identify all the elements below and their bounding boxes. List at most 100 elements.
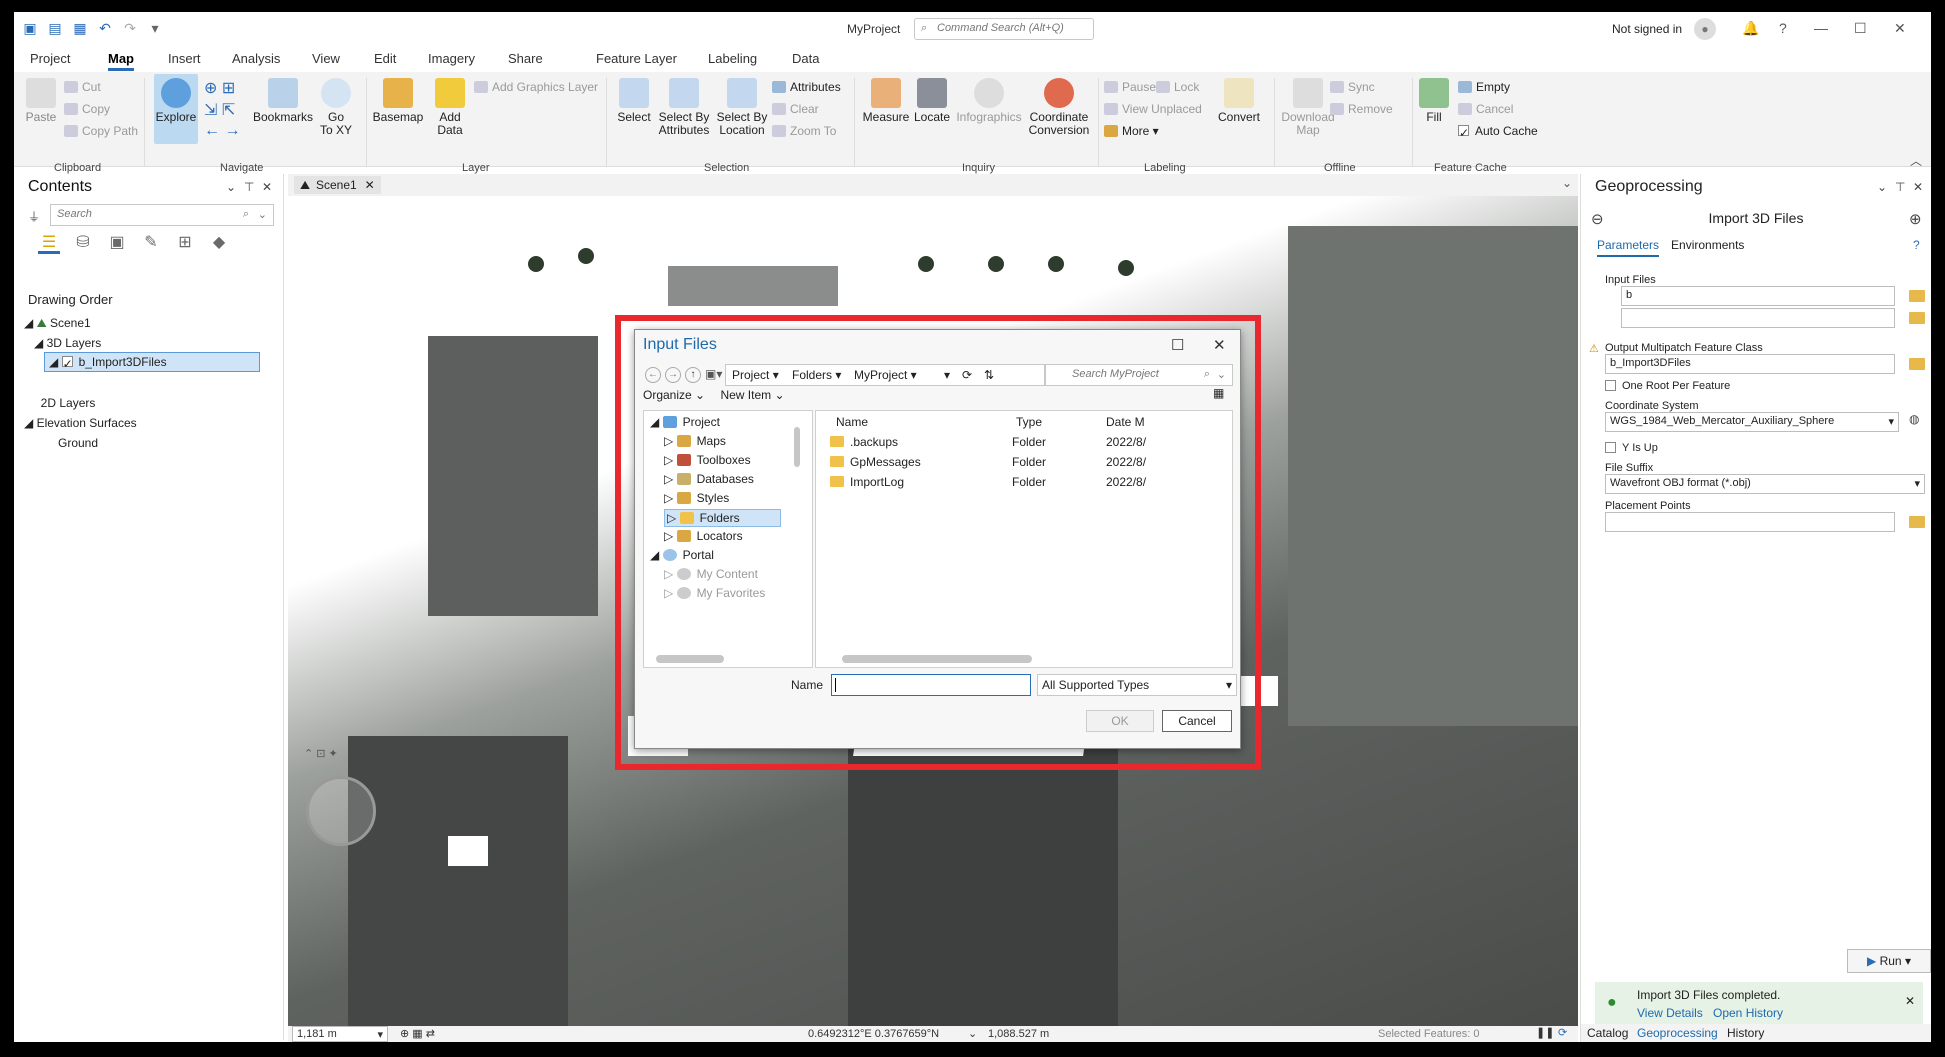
view-details-link[interactable]: View Details: [1637, 1006, 1703, 1020]
tab-catalog[interactable]: Catalog: [1587, 1026, 1628, 1040]
compass-icon[interactable]: [306, 776, 376, 846]
pane-options-icon[interactable]: ⌄: [226, 180, 236, 194]
help-icon[interactable]: ?: [1913, 238, 1920, 252]
output-field[interactable]: b_Import3DFiles: [1605, 354, 1895, 374]
collapse-ribbon-icon[interactable]: ︿: [1910, 152, 1922, 169]
name-input[interactable]: [831, 674, 1031, 696]
breadcrumb[interactable]: Project ▾ Folders ▾ MyProject ▾ ▾ ⟳ ⇅: [725, 364, 1045, 386]
locate-button[interactable]: Locate: [910, 78, 954, 124]
undo-icon[interactable]: ↶: [97, 20, 113, 36]
list-by-source-icon[interactable]: ⛁: [72, 232, 94, 254]
tab-scene1[interactable]: ⛰ Scene1 ✕: [294, 176, 381, 194]
nav-item-maps[interactable]: ▷ Maps: [664, 434, 726, 448]
tab-environments[interactable]: Environments: [1671, 238, 1744, 252]
cancel-button[interactable]: Cancel: [1162, 710, 1232, 732]
vertical-scrollbar[interactable]: [794, 427, 800, 467]
contents-search-input[interactable]: Search ⌕ ⌄: [50, 204, 274, 226]
close-icon[interactable]: ✕: [1213, 336, 1226, 354]
ok-button[interactable]: OK: [1086, 710, 1154, 732]
measure-button[interactable]: Measure: [860, 78, 912, 124]
nav-item-databases[interactable]: ▷ Databases: [664, 472, 754, 486]
bookmarks-button[interactable]: Bookmarks: [252, 78, 314, 124]
cancel-cache-button[interactable]: Cancel: [1458, 102, 1513, 116]
notification-bell-icon[interactable]: 🔔: [1742, 20, 1759, 37]
filter-icon[interactable]: ⏚: [28, 208, 40, 225]
list-by-editing-icon[interactable]: ✎: [140, 232, 162, 254]
forward-icon[interactable]: →: [665, 367, 681, 383]
open-project-icon[interactable]: ▤: [47, 20, 63, 36]
download-map-button[interactable]: Download Map: [1278, 78, 1338, 137]
tab-share[interactable]: Share: [508, 51, 543, 66]
maximize-icon[interactable]: ☐: [1854, 20, 1867, 37]
customize-toolbar-icon[interactable]: ▾: [147, 20, 163, 36]
coordinate-system-select[interactable]: WGS_1984_Web_Mercator_Auxiliary_Sphere ▾: [1605, 412, 1899, 432]
file-row[interactable]: .backups: [830, 435, 898, 449]
crumb-myproject[interactable]: MyProject ▾: [854, 368, 917, 382]
close-notification-icon[interactable]: ✕: [1905, 994, 1915, 1008]
clear-selection-button[interactable]: Clear: [772, 102, 819, 116]
crumb-project[interactable]: Project ▾: [732, 368, 779, 382]
tree-item-2d-layers[interactable]: 2D Layers: [34, 396, 96, 410]
cut-button[interactable]: Cut: [64, 80, 101, 94]
pane-options-icon[interactable]: ⌄: [1877, 180, 1887, 194]
auto-cache-checkbox[interactable]: ✓ Auto Cache: [1458, 124, 1538, 140]
file-suffix-select[interactable]: Wavefront OBJ format (*.obj) ▾: [1605, 474, 1925, 494]
tree-item-elevation-surfaces[interactable]: ◢ Elevation Surfaces: [24, 416, 137, 430]
address-dropdown-icon[interactable]: ▾: [944, 368, 950, 382]
attributes-button[interactable]: Attributes: [772, 80, 841, 94]
file-row[interactable]: ImportLog: [830, 475, 904, 489]
layer-visibility-checkbox[interactable]: ✓: [61, 356, 73, 371]
scale-input[interactable]: 1,181 m ▾: [292, 1026, 388, 1042]
horizontal-scrollbar[interactable]: [842, 655, 1032, 663]
refresh-icon[interactable]: ⟳: [1558, 1026, 1567, 1039]
one-root-checkbox[interactable]: One Root Per Feature: [1605, 380, 1730, 392]
more-labeling-button[interactable]: More ▾: [1104, 124, 1159, 138]
sign-in-status[interactable]: Not signed in: [1612, 22, 1682, 36]
pin-icon[interactable]: ⊤: [244, 180, 254, 194]
organize-menu[interactable]: Organize ⌄: [643, 388, 705, 402]
nav-item-my-favorites[interactable]: ▷ My Favorites: [664, 586, 765, 600]
fixed-zoom-icon[interactable]: ⇲ ⇱: [204, 100, 235, 120]
explore-button-content[interactable]: Explore: [154, 78, 198, 124]
add-data-button[interactable]: Add Data: [426, 78, 474, 137]
minimize-icon[interactable]: —: [1814, 20, 1828, 36]
list-by-selection-icon[interactable]: ▣: [106, 232, 128, 254]
close-pane-icon[interactable]: ✕: [1913, 180, 1923, 194]
close-tab-icon[interactable]: ✕: [365, 178, 375, 192]
sort-icon[interactable]: ⇅: [984, 368, 994, 382]
navigator-controls-icon[interactable]: ⌃ ⊡ ✦: [304, 748, 338, 760]
column-date[interactable]: Date M: [1106, 415, 1145, 429]
nav-item-portal[interactable]: ◢ Portal: [650, 548, 714, 562]
close-pane-icon[interactable]: ✕: [262, 180, 272, 194]
browse-folder-icon[interactable]: [1909, 312, 1925, 324]
copy-button[interactable]: Copy: [64, 102, 110, 116]
file-type-select[interactable]: All Supported Types ▾: [1037, 674, 1237, 696]
close-icon[interactable]: ✕: [1894, 20, 1906, 37]
nav-item-styles[interactable]: ▷ Styles: [664, 491, 729, 505]
user-avatar-icon[interactable]: ●: [1694, 18, 1716, 40]
file-row[interactable]: GpMessages: [830, 455, 921, 469]
nav-item-folders[interactable]: ▷ Folders: [664, 509, 781, 527]
view-unplaced-button[interactable]: View Unplaced: [1104, 102, 1202, 116]
add-tool-icon[interactable]: ⊕: [1909, 210, 1922, 228]
view-options-icon[interactable]: ⌄: [1562, 176, 1572, 190]
full-extent-icon[interactable]: ⊕ ⊞: [204, 78, 235, 98]
view-tools-icon[interactable]: ⊕ ▦ ⇄: [400, 1027, 435, 1040]
up-icon[interactable]: ↑: [685, 367, 701, 383]
chevron-down-icon[interactable]: ⌄: [968, 1027, 977, 1040]
go-to-xy-button[interactable]: Go To XY: [316, 78, 356, 137]
zoom-to-selection-button[interactable]: Zoom To: [772, 124, 836, 138]
column-type[interactable]: Type: [1016, 415, 1042, 429]
back-icon[interactable]: ←: [645, 367, 661, 383]
selected-features-count[interactable]: Selected Features: 0: [1378, 1028, 1480, 1040]
previous-next-extent-icon[interactable]: ← →: [204, 122, 240, 140]
column-name[interactable]: Name: [836, 415, 868, 429]
sync-button[interactable]: Sync: [1330, 80, 1375, 94]
redo-icon[interactable]: ↷: [122, 20, 138, 36]
basemap-button[interactable]: Basemap: [370, 78, 426, 124]
list-by-labeling-icon[interactable]: ◆: [208, 232, 230, 254]
browse-folder-icon[interactable]: [1909, 516, 1925, 528]
tree-item-ground[interactable]: Ground: [58, 436, 98, 450]
horizontal-scrollbar[interactable]: [656, 655, 724, 663]
fill-cache-button[interactable]: Fill: [1416, 78, 1452, 124]
